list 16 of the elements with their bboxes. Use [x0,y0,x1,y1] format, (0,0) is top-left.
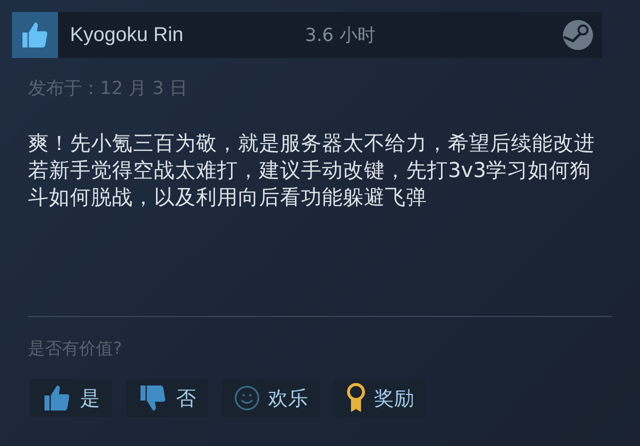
award-icon [346,383,366,413]
award-button[interactable]: 奖励 [334,379,426,417]
smiley-icon [234,385,260,411]
thumbs-up-icon [42,383,72,413]
playtime: 3.6 小时 [305,24,376,47]
review-text: 爽！先小氪三百为敬，就是服务器太不给力，希望后续能改进 [28,130,596,157]
funny-button[interactable]: 欢乐 [222,379,320,417]
thumbs-up-icon [20,20,50,50]
steam-logo-icon [562,19,594,51]
helpful-prompt: 是否有价值? [27,338,124,361]
no-button[interactable]: 否 [126,379,208,417]
yes-button[interactable]: 是 [30,379,112,417]
posted-date: 发布于：12 月 3 日 [27,77,189,101]
thumbs-down-icon [138,383,168,413]
review-text: 若新手觉得空战太难打，建议手动改键，先打3v3学习如何狗斗如何脱战，以及利用向后看功能躲避飞弹 [28,157,592,211]
author-name[interactable]: Kyogoku Rin [70,24,305,46]
